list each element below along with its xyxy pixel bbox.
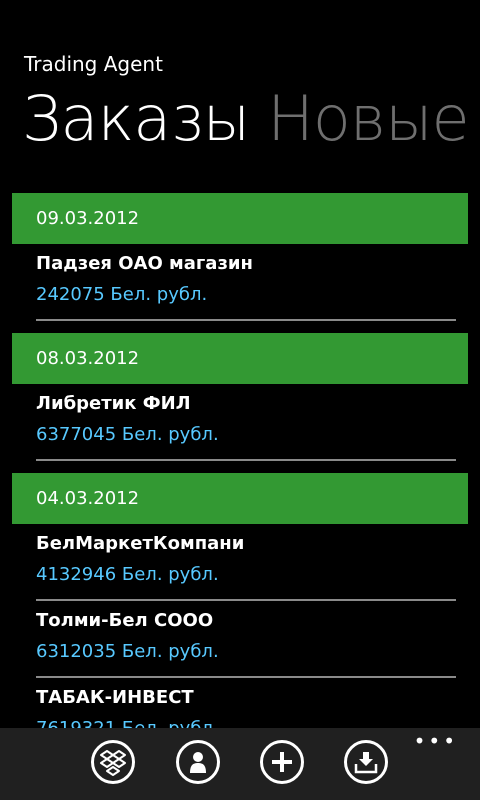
add-order-button[interactable] — [260, 740, 304, 784]
orders-list[interactable]: 09.03.2012 Падзея ОАО магазин 242075 Бел… — [0, 193, 480, 728]
order-amount: 242075 Бел. рубл. — [36, 284, 208, 305]
order-amount: 6312035 Бел. рубл. — [36, 641, 219, 662]
order-group: 08.03.2012 Либретик ФИЛ 6377045 Бел. руб… — [0, 333, 480, 461]
list-item[interactable]: Падзея ОАО магазин 242075 Бел. рубл. — [36, 244, 456, 321]
customer-name: Либретик ФИЛ — [36, 393, 191, 414]
order-group: 09.03.2012 Падзея ОАО магазин 242075 Бел… — [0, 193, 480, 321]
more-menu-button[interactable]: ••• — [414, 731, 458, 751]
customer-name: БелМаркетКомпани — [36, 533, 245, 554]
tab-orders[interactable]: Заказы — [22, 82, 250, 155]
group-date-header: 08.03.2012 — [12, 333, 468, 384]
app-bar: ••• — [0, 728, 480, 800]
download-button[interactable] — [344, 740, 388, 784]
customer-name: Толми-Бел СООО — [36, 610, 214, 631]
app-title: Trading Agent — [24, 52, 163, 76]
pivot-header: Заказы Новые — [22, 82, 470, 155]
tab-new[interactable]: Новые — [267, 82, 469, 155]
sync-button[interactable] — [91, 740, 135, 784]
person-icon — [190, 752, 206, 773]
group-date-header: 09.03.2012 — [12, 193, 468, 244]
order-amount: 4132946 Бел. рубл. — [36, 564, 219, 585]
order-amount: 6377045 Бел. рубл. — [36, 424, 219, 445]
list-item[interactable]: ТАБАК-ИНВЕСТ 7619321 Бел. рубл. — [36, 678, 456, 728]
order-group: 04.03.2012 БелМаркетКомпани 4132946 Бел.… — [0, 473, 480, 728]
group-date-header: 04.03.2012 — [12, 473, 468, 524]
add-icon — [272, 752, 292, 772]
list-item[interactable]: Либретик ФИЛ 6377045 Бел. рубл. — [36, 384, 456, 461]
list-item[interactable]: БелМаркетКомпани 4132946 Бел. рубл. — [36, 524, 456, 601]
list-item[interactable]: Толми-Бел СООО 6312035 Бел. рубл. — [36, 601, 456, 678]
customer-name: ТАБАК-ИНВЕСТ — [36, 687, 194, 708]
customer-name: Падзея ОАО магазин — [36, 253, 253, 274]
dropbox-icon — [100, 750, 126, 776]
contacts-button[interactable] — [176, 740, 220, 784]
download-icon — [354, 752, 378, 774]
order-amount: 7619321 Бел. рубл. — [36, 712, 456, 728]
